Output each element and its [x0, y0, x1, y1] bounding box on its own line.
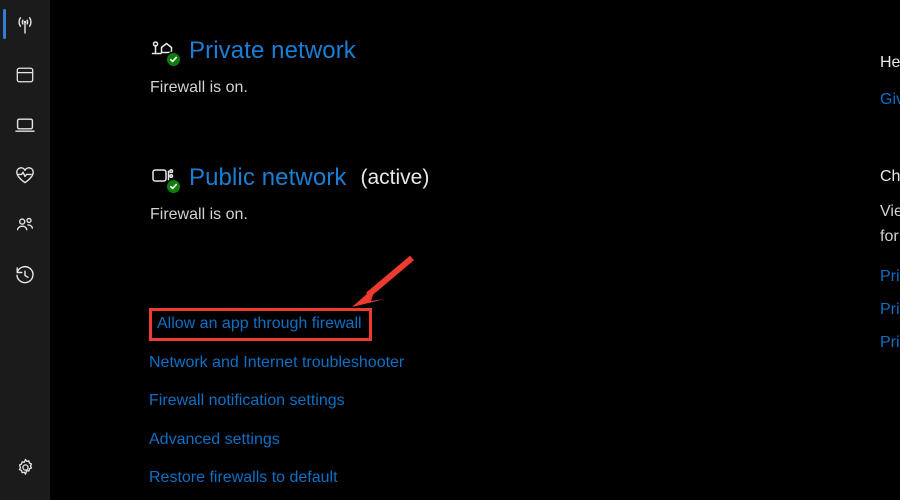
main-content: Private network Firewall is on. Public n…	[50, 0, 900, 500]
sidebar-bottom-group	[0, 442, 50, 500]
link-allow-an-app-through-firewall[interactable]: Allow an app through firewall	[149, 307, 372, 341]
history-clock-icon	[13, 263, 37, 287]
link-row-advanced-settings[interactable]: Advanced settings	[149, 421, 404, 460]
link-give-us-feedback[interactable]: Give us fe	[880, 83, 900, 116]
monitor-network-icon	[149, 163, 180, 193]
laptop-icon	[13, 113, 37, 137]
link-row-notification-settings[interactable]: Firewall notification settings	[149, 382, 404, 421]
sidebar-item-settings[interactable]	[0, 442, 50, 492]
link-network-and-internet-troubleshooter[interactable]: Network and Internet troubleshooter	[149, 353, 404, 373]
sidebar-item-protection-history[interactable]	[0, 250, 50, 300]
green-check-badge-icon	[167, 180, 180, 193]
link-restore-firewalls-to-default[interactable]: Restore firewalls to default	[149, 468, 338, 488]
people-icon	[13, 213, 37, 237]
gear-icon	[14, 456, 37, 479]
link-firewall-notification-settings[interactable]: Firewall notification settings	[149, 391, 345, 411]
private-network-section: Private network Firewall is on.	[149, 33, 370, 97]
wifi-broadcast-icon	[13, 13, 37, 37]
right-info-panel: Help imp Give us fe Change y View and fo…	[880, 0, 900, 500]
public-network-status: Firewall is on.	[150, 206, 248, 223]
change-privacy-body-line1: View and	[880, 203, 900, 220]
private-network-title[interactable]: Private network	[189, 36, 356, 66]
public-network-title[interactable]: Public network	[189, 163, 346, 193]
heart-pulse-icon	[13, 163, 37, 187]
firewall-links-list: Allow an app through firewall Network an…	[149, 305, 404, 498]
private-network-header: Private network	[149, 33, 370, 69]
link-row-troubleshooter[interactable]: Network and Internet troubleshooter	[149, 344, 404, 383]
green-check-badge-icon	[167, 53, 180, 66]
change-privacy-body-line2: for your	[880, 228, 900, 245]
change-privacy-body: View and for your	[880, 199, 900, 249]
sidebar-item-network-and-internet[interactable]	[0, 0, 50, 50]
privacy-links: Privacy se Privacy d Privacy St	[880, 260, 900, 359]
public-network-header: Public network (active)	[149, 160, 429, 196]
sidebar-nav-rail	[0, 0, 50, 500]
public-network-active-label: (active)	[360, 166, 430, 189]
sidebar-item-family-options[interactable]	[0, 200, 50, 250]
link-advanced-settings[interactable]: Advanced settings	[149, 430, 280, 450]
link-privacy-dashboard[interactable]: Privacy d	[880, 293, 900, 326]
sidebar-top-group	[0, 0, 50, 300]
link-privacy-settings[interactable]: Privacy se	[880, 260, 900, 293]
link-privacy-statement[interactable]: Privacy St	[880, 326, 900, 359]
sidebar-item-device-performance-and-health[interactable]	[0, 150, 50, 200]
link-row-allow-app[interactable]: Allow an app through firewall	[143, 305, 404, 344]
selection-indicator	[3, 9, 6, 39]
change-privacy-heading: Change y	[880, 168, 900, 185]
private-network-status: Firewall is on.	[150, 79, 248, 96]
link-row-restore-defaults[interactable]: Restore firewalls to default	[149, 459, 404, 498]
help-improve-heading: Help imp	[880, 54, 900, 71]
public-network-section: Public network (active) Firewall is on.	[149, 160, 429, 224]
window-icon	[14, 64, 36, 86]
home-network-icon	[149, 36, 180, 66]
change-privacy-group: Change y View and for your Privacy se Pr…	[880, 166, 900, 359]
sidebar-item-device-security[interactable]	[0, 100, 50, 150]
sidebar-item-app-and-browser-control[interactable]	[0, 50, 50, 100]
help-improve-group: Help imp Give us fe	[880, 52, 900, 116]
windows-security-firewall-page: Private network Firewall is on. Public n…	[0, 0, 900, 500]
